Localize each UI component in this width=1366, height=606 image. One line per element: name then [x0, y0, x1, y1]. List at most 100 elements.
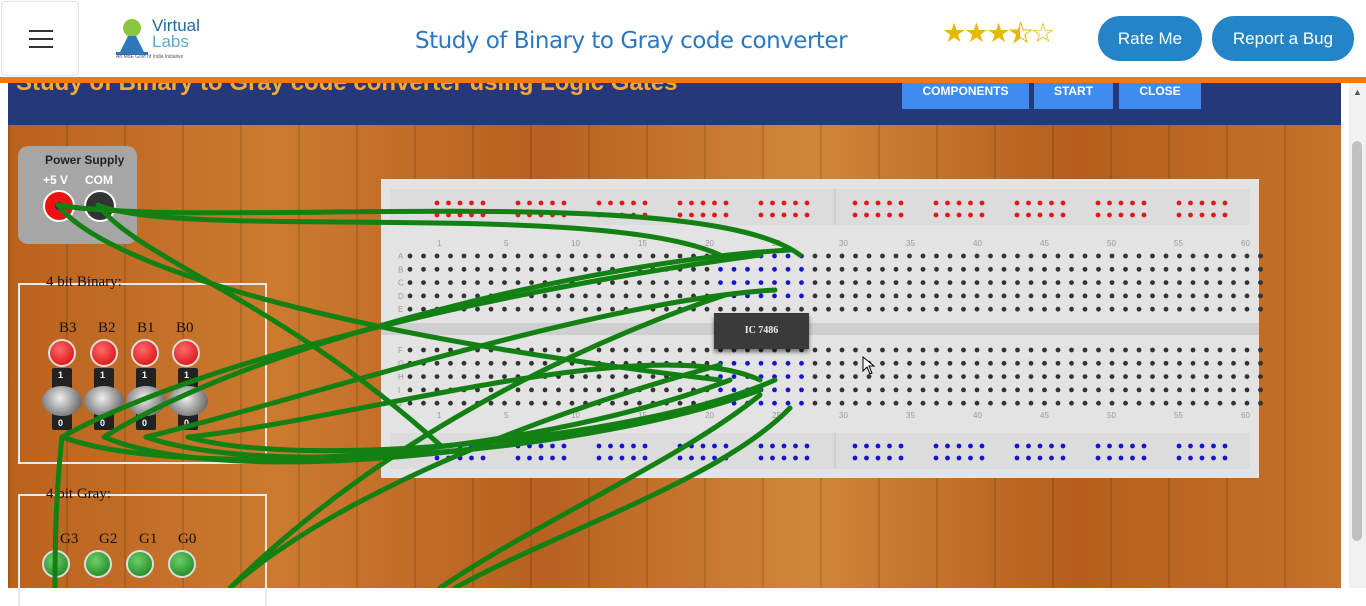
strip-hole[interactable] [893, 306, 899, 312]
strip-hole[interactable] [1244, 387, 1250, 393]
rail-hole[interactable] [434, 443, 440, 449]
rail-hole[interactable] [875, 443, 881, 449]
strip-hole[interactable] [1177, 253, 1182, 259]
strip-hole[interactable] [1217, 347, 1223, 353]
strip-hole[interactable] [785, 360, 791, 366]
strip-hole[interactable] [799, 400, 804, 406]
rail-hole[interactable] [1130, 443, 1135, 449]
strip-hole[interactable] [947, 266, 953, 272]
strip-hole[interactable] [502, 360, 507, 366]
rail-hole[interactable] [689, 443, 694, 449]
rail-hole[interactable] [781, 443, 787, 449]
strip-hole[interactable] [758, 400, 764, 406]
strip-hole[interactable] [610, 347, 615, 353]
strip-hole[interactable] [1055, 266, 1061, 272]
strip-hole[interactable] [421, 280, 426, 285]
strip-hole[interactable] [704, 306, 710, 312]
rail-hole[interactable] [723, 200, 729, 206]
rail-hole[interactable] [1095, 455, 1101, 461]
strip-hole[interactable] [853, 387, 858, 393]
strip-hole[interactable] [502, 280, 507, 285]
strip-hole[interactable] [529, 387, 534, 393]
strip-hole[interactable] [1042, 293, 1047, 299]
rail-hole[interactable] [561, 200, 567, 206]
strip-hole[interactable] [691, 347, 696, 353]
strip-hole[interactable] [664, 280, 669, 285]
strip-hole[interactable] [434, 374, 440, 379]
strip-hole[interactable] [542, 293, 548, 299]
strip-hole[interactable] [610, 253, 615, 259]
strip-hole[interactable] [1204, 347, 1209, 353]
strip-hole[interactable] [1163, 360, 1169, 366]
rail-hole[interactable] [1199, 455, 1205, 461]
strip-hole[interactable] [1231, 400, 1236, 406]
strip-hole[interactable] [839, 387, 845, 393]
strip-hole[interactable] [583, 253, 588, 259]
strip-hole[interactable] [704, 266, 710, 272]
rail-hole[interactable] [1107, 212, 1112, 218]
strip-hole[interactable] [799, 253, 804, 259]
rail-hole[interactable] [1026, 443, 1031, 449]
strip-hole[interactable] [934, 400, 939, 406]
rail-hole[interactable] [1188, 455, 1193, 461]
rail-hole[interactable] [457, 455, 463, 461]
strip-hole[interactable] [677, 253, 683, 259]
rail-hole[interactable] [1211, 212, 1216, 218]
rail-hole[interactable] [700, 443, 706, 449]
strip-hole[interactable] [934, 253, 939, 259]
strip-hole[interactable] [1217, 387, 1223, 393]
rail-hole[interactable] [527, 443, 532, 449]
strip-hole[interactable] [866, 306, 872, 312]
strip-hole[interactable] [1028, 400, 1034, 406]
strip-hole[interactable] [880, 374, 885, 379]
strip-hole[interactable] [569, 253, 575, 259]
rail-hole[interactable] [781, 200, 787, 206]
rail-hole[interactable] [793, 455, 798, 461]
strip-hole[interactable] [434, 293, 440, 299]
strip-hole[interactable] [947, 347, 953, 353]
strip-hole[interactable] [974, 387, 980, 393]
rail-hole[interactable] [677, 212, 683, 218]
strip-hole[interactable] [785, 387, 791, 393]
strip-hole[interactable] [812, 253, 818, 259]
strip-hole[interactable] [542, 400, 548, 406]
strip-hole[interactable] [920, 347, 926, 353]
strip-hole[interactable] [1123, 293, 1128, 299]
strip-hole[interactable] [731, 253, 737, 259]
rail-hole[interactable] [527, 212, 532, 218]
strip-hole[interactable] [1015, 266, 1020, 272]
strip-hole[interactable] [677, 293, 683, 299]
strip-hole[interactable] [704, 374, 710, 379]
rail-hole[interactable] [1222, 212, 1228, 218]
strip-hole[interactable] [1217, 360, 1223, 366]
strip-hole[interactable] [1001, 400, 1007, 406]
rail-hole[interactable] [887, 455, 892, 461]
rail-hole[interactable] [1222, 200, 1228, 206]
strip-hole[interactable] [1082, 400, 1088, 406]
strip-hole[interactable] [515, 266, 521, 272]
strip-hole[interactable] [1217, 253, 1223, 259]
strip-hole[interactable] [542, 347, 548, 353]
rail-hole[interactable] [1211, 455, 1216, 461]
rail-hole[interactable] [1141, 443, 1147, 449]
rail-hole[interactable] [864, 200, 869, 206]
strip-hole[interactable] [880, 400, 885, 406]
rail-hole[interactable] [1095, 443, 1101, 449]
strip-hole[interactable] [866, 400, 872, 406]
strip-hole[interactable] [704, 293, 710, 299]
strip-hole[interactable] [664, 253, 669, 259]
strip-hole[interactable] [1177, 306, 1182, 312]
strip-hole[interactable] [1217, 306, 1223, 312]
strip-hole[interactable] [448, 293, 453, 299]
strip-hole[interactable] [1028, 347, 1034, 353]
rail-hole[interactable] [1037, 200, 1043, 206]
strip-hole[interactable] [853, 374, 858, 379]
strip-hole[interactable] [1136, 253, 1142, 259]
strip-hole[interactable] [1177, 347, 1182, 353]
strip-hole[interactable] [745, 280, 750, 285]
rail-hole[interactable] [446, 200, 451, 206]
strip-hole[interactable] [1015, 374, 1020, 379]
strip-hole[interactable] [529, 347, 534, 353]
strip-hole[interactable] [677, 280, 683, 285]
strip-hole[interactable] [1028, 293, 1034, 299]
